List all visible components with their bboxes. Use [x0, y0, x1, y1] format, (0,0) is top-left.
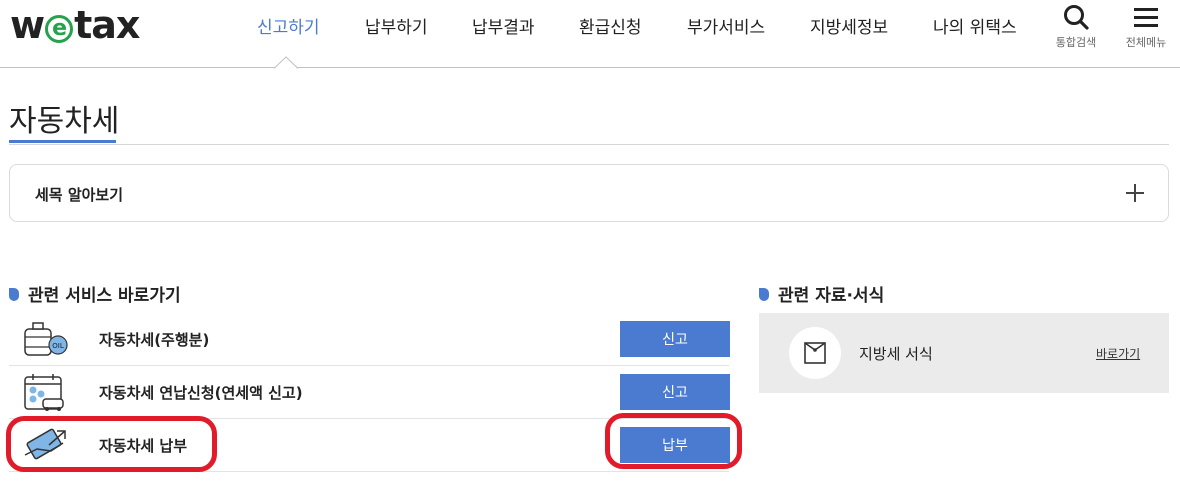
- calendar-car-icon: [24, 374, 64, 411]
- nav-item-my-wetax[interactable]: 나의 위택스: [933, 13, 1017, 38]
- wetax-logo[interactable]: w e tax: [10, 3, 140, 47]
- card-payment-icon: [24, 428, 66, 460]
- accordion-label: 세목 알아보기: [35, 186, 124, 204]
- envelope-icon: [804, 342, 826, 364]
- service-row-mileage-tax: OIL 자동차세(주행분) 신고: [9, 313, 730, 366]
- site-header: w e tax 신고하기 납부하기 납부결과 환급신청 부가서비스 지방세정보 나의…: [0, 0, 1180, 69]
- plus-icon[interactable]: [1126, 184, 1144, 202]
- car-tax-pay-button[interactable]: 납부: [620, 427, 730, 463]
- all-menu-button[interactable]: 전체메뉴: [1121, 4, 1171, 50]
- page-title: 자동차세: [9, 104, 120, 139]
- search-icon: [1064, 5, 1089, 30]
- bullet-icon: [759, 288, 769, 301]
- nav-item-report[interactable]: 신고하기: [257, 13, 320, 38]
- nav-item-extra-services[interactable]: 부가서비스: [687, 13, 765, 38]
- nav-item-payment-result[interactable]: 납부결과: [472, 13, 535, 38]
- mileage-tax-report-button[interactable]: 신고: [620, 321, 730, 357]
- service-row-label: 자동차세 납부: [99, 437, 188, 455]
- title-underline: [9, 140, 116, 143]
- envelope-icon-wrapper: [789, 327, 841, 379]
- service-row-car-tax-payment: 자동차세 납부 납부: [9, 419, 730, 472]
- bullet-icon: [9, 288, 19, 301]
- title-divider: [9, 144, 1169, 145]
- nav-item-pay[interactable]: 납부하기: [365, 13, 428, 38]
- svg-text:OIL: OIL: [52, 342, 64, 350]
- related-docs-heading: 관련 자료·서식: [759, 281, 884, 306]
- menu-label: 전체메뉴: [1125, 36, 1167, 49]
- search-label: 통합검색: [1055, 36, 1097, 49]
- tax-info-accordion[interactable]: 세목 알아보기: [9, 164, 1169, 222]
- go-to-forms-link[interactable]: 바로가기: [1096, 345, 1140, 362]
- related-docs-panel: 지방세 서식 바로가기: [759, 313, 1169, 393]
- fuel-tank-icon: OIL: [24, 322, 68, 356]
- integrated-search-button[interactable]: 통합검색: [1054, 4, 1098, 50]
- nav-item-refund[interactable]: 환급신청: [579, 13, 642, 38]
- annual-payment-report-button[interactable]: 신고: [620, 374, 730, 410]
- service-row-annual-payment: 자동차세 연납신청(연세액 신고) 신고: [9, 366, 730, 419]
- related-services-heading: 관련 서비스 바로가기: [9, 281, 181, 306]
- local-tax-forms-label: 지방세 서식: [859, 345, 933, 363]
- service-row-label: 자동차세 연납신청(연세액 신고): [99, 384, 303, 402]
- nav-item-local-tax-info[interactable]: 지방세정보: [810, 13, 888, 38]
- hamburger-menu-icon: [1134, 8, 1158, 27]
- service-row-label: 자동차세(주행분): [99, 331, 210, 349]
- nav-active-caret-icon: [274, 56, 298, 69]
